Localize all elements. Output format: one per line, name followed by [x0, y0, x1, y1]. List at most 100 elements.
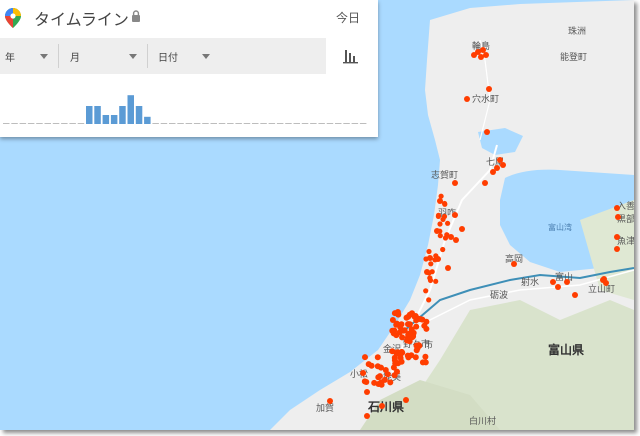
location-marker[interactable] — [397, 352, 404, 359]
location-marker[interactable] — [426, 270, 432, 276]
histogram-bar[interactable] — [144, 116, 151, 124]
activity-histogram[interactable] — [0, 78, 378, 128]
location-marker[interactable] — [364, 413, 370, 419]
location-marker[interactable] — [405, 321, 412, 328]
location-marker[interactable] — [363, 379, 370, 385]
location-marker[interactable] — [403, 397, 409, 403]
location-marker[interactable] — [422, 353, 429, 360]
location-marker[interactable] — [500, 162, 506, 168]
location-marker[interactable] — [511, 261, 517, 267]
location-marker[interactable] — [406, 330, 413, 337]
location-marker[interactable] — [483, 52, 489, 58]
location-marker[interactable] — [452, 180, 458, 186]
location-marker[interactable] — [398, 358, 405, 365]
histogram-empty-mark — [152, 123, 159, 124]
location-marker[interactable] — [399, 334, 406, 341]
location-marker[interactable] — [550, 279, 556, 285]
location-marker[interactable] — [615, 214, 621, 220]
month-select[interactable]: 月 — [65, 38, 145, 74]
histogram-empty-mark — [260, 123, 267, 124]
histogram-empty-mark — [351, 123, 359, 124]
location-marker[interactable] — [452, 212, 458, 218]
location-marker[interactable] — [486, 86, 492, 92]
location-marker[interactable] — [389, 317, 396, 323]
location-marker[interactable] — [423, 288, 429, 294]
location-marker[interactable] — [440, 246, 446, 253]
location-marker[interactable] — [365, 361, 372, 368]
location-marker[interactable] — [423, 256, 429, 262]
location-marker[interactable] — [453, 237, 459, 243]
location-marker[interactable] — [414, 345, 421, 352]
location-marker[interactable] — [421, 322, 428, 329]
location-marker[interactable] — [564, 279, 570, 285]
location-marker[interactable] — [614, 246, 620, 252]
location-marker[interactable] — [403, 314, 410, 321]
location-marker[interactable] — [442, 201, 448, 207]
location-marker[interactable] — [426, 297, 432, 303]
location-marker[interactable] — [437, 228, 443, 234]
histogram-bar[interactable] — [135, 106, 143, 124]
location-marker[interactable] — [435, 213, 441, 219]
location-marker[interactable] — [387, 379, 394, 386]
location-marker[interactable] — [445, 265, 451, 271]
location-marker[interactable] — [445, 220, 451, 226]
location-marker[interactable] — [427, 277, 434, 283]
histogram-empty-mark — [285, 123, 292, 124]
location-marker[interactable] — [382, 367, 389, 373]
location-marker[interactable] — [444, 232, 450, 238]
location-marker[interactable] — [397, 324, 404, 331]
today-button[interactable]: 今日 — [336, 9, 360, 26]
location-marker[interactable] — [428, 261, 434, 267]
location-marker[interactable] — [327, 398, 333, 404]
location-marker[interactable] — [459, 226, 465, 232]
location-marker[interactable] — [437, 233, 443, 239]
location-marker[interactable] — [614, 234, 620, 240]
histogram-empty-mark — [227, 123, 234, 124]
location-marker[interactable] — [391, 327, 398, 334]
histogram-empty-mark — [3, 123, 10, 124]
histogram-empty-mark — [326, 123, 334, 124]
location-marker[interactable] — [490, 169, 496, 175]
location-marker[interactable] — [374, 354, 381, 361]
location-marker[interactable] — [555, 284, 561, 290]
day-select[interactable]: 日付 — [153, 38, 225, 74]
location-marker[interactable] — [433, 253, 439, 259]
location-marker[interactable] — [471, 52, 477, 58]
histogram-bar[interactable] — [119, 106, 126, 124]
location-marker[interactable] — [389, 348, 396, 355]
location-marker[interactable] — [601, 276, 607, 282]
location-marker[interactable] — [497, 157, 503, 163]
histogram-bar[interactable] — [110, 115, 118, 124]
location-marker[interactable] — [394, 309, 401, 315]
timeline-panel: タイムライン 今日 年 月 日付 — [0, 0, 378, 137]
location-marker[interactable] — [433, 278, 439, 284]
location-marker[interactable] — [482, 180, 488, 186]
histogram-bar[interactable] — [127, 95, 135, 124]
histogram-empty-mark — [52, 123, 60, 124]
location-marker[interactable] — [572, 292, 578, 298]
location-marker[interactable] — [426, 248, 432, 255]
histogram-bar[interactable] — [102, 115, 110, 124]
chart-toggle-button[interactable] — [326, 38, 378, 74]
location-marker[interactable] — [381, 376, 388, 383]
location-marker[interactable] — [362, 354, 368, 361]
location-marker[interactable] — [360, 370, 367, 376]
location-marker[interactable] — [484, 129, 490, 135]
location-marker[interactable] — [464, 96, 470, 102]
histogram-bar[interactable] — [94, 106, 101, 124]
location-marker[interactable] — [437, 221, 443, 227]
location-marker[interactable] — [364, 389, 370, 395]
location-marker[interactable] — [480, 47, 486, 53]
location-marker[interactable] — [394, 368, 400, 375]
year-select[interactable]: 年 — [0, 38, 56, 74]
histogram-bar[interactable] — [86, 106, 93, 124]
location-marker[interactable] — [440, 216, 446, 222]
location-marker[interactable] — [411, 313, 418, 320]
location-marker[interactable] — [438, 193, 444, 199]
location-marker[interactable] — [417, 316, 424, 323]
location-marker[interactable] — [419, 359, 426, 366]
location-marker[interactable] — [376, 373, 383, 380]
location-marker[interactable] — [379, 403, 385, 409]
location-marker[interactable] — [408, 352, 415, 359]
location-marker[interactable] — [614, 205, 620, 211]
